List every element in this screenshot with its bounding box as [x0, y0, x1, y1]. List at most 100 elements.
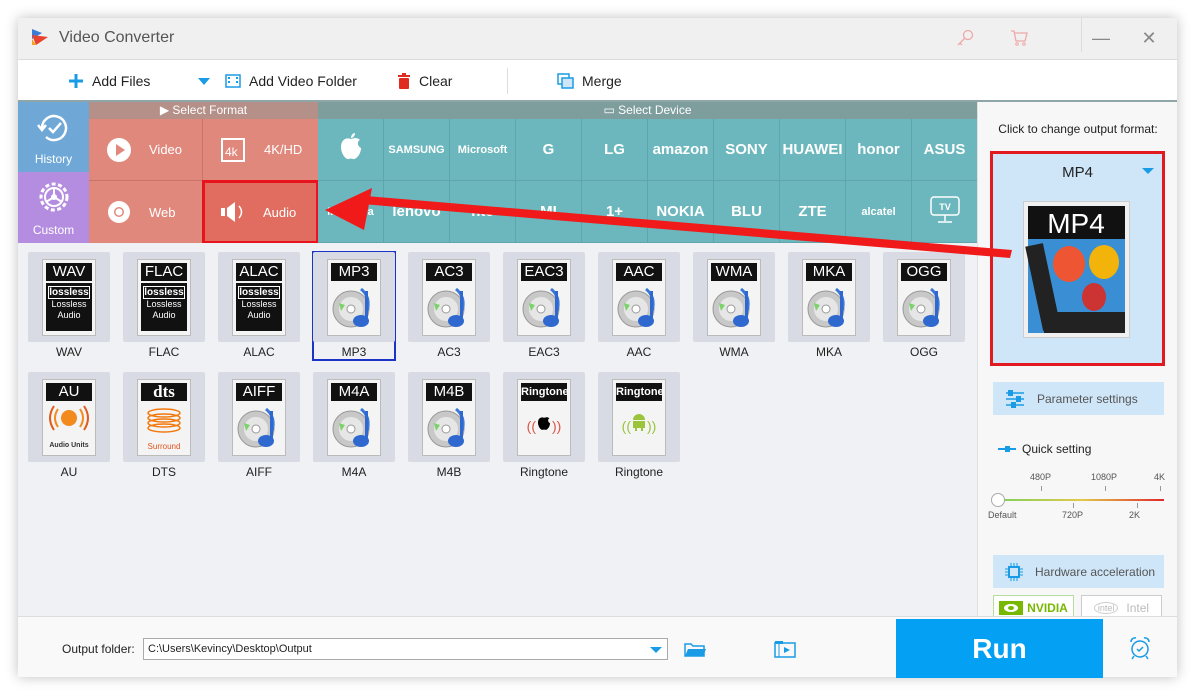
device-microsoft[interactable]: Microsoft — [450, 119, 516, 181]
format-tile[interactable]: Ringtone (()) — [503, 372, 585, 462]
format-item-mka[interactable]: MKA MKA — [788, 252, 870, 360]
format-tile[interactable]: AAC — [598, 252, 680, 342]
slider-handle[interactable] — [991, 493, 1005, 507]
device-alcatel[interactable]: alcatel — [846, 181, 912, 243]
add-files-dropdown-icon[interactable] — [198, 78, 210, 86]
device-motorola[interactable]: Motorola — [318, 181, 384, 243]
format-tile[interactable]: dts Surround — [123, 372, 205, 462]
tab-custom[interactable]: Custom — [18, 172, 89, 243]
audio-disc-icon — [806, 287, 852, 337]
device-asus[interactable]: ASUS — [912, 119, 977, 181]
hardware-acceleration-button[interactable]: Hardware acceleration — [993, 555, 1164, 588]
alarm-clock-icon[interactable] — [1128, 636, 1152, 660]
app-window: Video Converter — ✕ Add Files Add Video … — [18, 18, 1177, 678]
format-item-ac3[interactable]: AC3 AC3 — [408, 252, 490, 360]
output-format-selector[interactable]: MP4 MP4 — [990, 151, 1165, 366]
intel-label: Intel — [1126, 601, 1150, 615]
toolbar: Add Files Add Video Folder Clear Merge — [18, 60, 1177, 102]
merge-button[interactable]: Merge — [557, 73, 622, 89]
format-tile[interactable]: ALAC lossless Lossless Audio — [218, 252, 300, 342]
select-format-header: ▶︎ Select Format — [89, 102, 318, 119]
format-tile[interactable]: OGG — [883, 252, 965, 342]
device-htc[interactable]: htc — [450, 181, 516, 243]
format-tile[interactable]: Ringtone (()) — [598, 372, 680, 462]
video-output-icon[interactable] — [774, 640, 796, 658]
device-zte[interactable]: ZTE — [780, 181, 846, 243]
device-nokia[interactable]: NOKIA — [648, 181, 714, 243]
mp4-thumbnail-label: MP4 — [1047, 208, 1105, 239]
add-video-folder-button[interactable]: Add Video Folder — [225, 73, 357, 89]
format-artwork — [806, 283, 852, 333]
format-tile[interactable]: M4B — [408, 372, 490, 462]
key-icon[interactable] — [955, 28, 975, 48]
device-mi[interactable]: MI — [516, 181, 582, 243]
clear-button[interactable]: Clear — [397, 73, 452, 89]
format-item-au[interactable]: AU Audio Units AU — [28, 372, 110, 480]
format-item-dts[interactable]: dts Surround DTS — [123, 372, 205, 480]
format-tile[interactable]: WAV lossless Lossless Audio — [28, 252, 110, 342]
format-file-icon: AC3 — [422, 259, 476, 336]
device-lenovo[interactable]: lenovo — [384, 181, 450, 243]
output-folder-dropdown-icon[interactable] — [650, 647, 662, 653]
output-folder-input[interactable] — [143, 638, 668, 660]
device-amazon[interactable]: amazon — [648, 119, 714, 181]
category-4k-hd[interactable]: 4k 4K/HD — [204, 119, 318, 181]
tick — [1105, 486, 1106, 491]
format-name: AAC — [626, 345, 652, 359]
format-item-wav[interactable]: WAV lossless Lossless Audio WAV — [28, 252, 110, 360]
add-files-button[interactable]: Add Files — [68, 73, 150, 89]
format-item-ringtone[interactable]: Ringtone (()) Ringtone — [503, 372, 585, 480]
device-blu[interactable]: BLU — [714, 181, 780, 243]
format-item-alac[interactable]: ALAC lossless Lossless Audio ALAC — [218, 252, 300, 360]
slider-track[interactable] — [1000, 499, 1164, 501]
format-item-ringtone[interactable]: Ringtone (()) Ringtone — [598, 372, 680, 480]
close-button[interactable]: ✕ — [1139, 28, 1159, 49]
format-tile[interactable]: WMA — [693, 252, 775, 342]
device-sony[interactable]: SONY — [714, 119, 780, 181]
format-item-wma[interactable]: WMA WMA — [693, 252, 775, 360]
format-item-aiff[interactable]: AIFF AIFF — [218, 372, 300, 480]
device-g[interactable]: G — [516, 119, 582, 181]
format-tile[interactable]: AU Audio Units — [28, 372, 110, 462]
tick — [1073, 503, 1074, 508]
play-icon — [107, 137, 131, 162]
category-web[interactable]: Web — [89, 181, 203, 243]
open-folder-icon[interactable] — [684, 641, 706, 657]
format-tile[interactable]: MP3 — [313, 252, 395, 342]
format-artwork — [426, 403, 472, 453]
format-tile[interactable]: EAC3 — [503, 252, 585, 342]
format-item-mp3[interactable]: MP3 MP3 — [312, 251, 396, 361]
format-item-eac3[interactable]: EAC3 EAC3 — [503, 252, 585, 360]
output-format-dropdown-icon[interactable] — [1142, 168, 1154, 174]
format-tile[interactable]: MKA — [788, 252, 870, 342]
format-name: OGG — [909, 345, 938, 359]
parameter-settings-button[interactable]: Parameter settings — [993, 382, 1164, 415]
format-item-aac[interactable]: AAC AAC — [598, 252, 680, 360]
format-item-ogg[interactable]: OGG OGG — [883, 252, 965, 360]
run-button[interactable]: Run — [896, 619, 1103, 678]
quality-slider[interactable]: 480P 1080P 4K Default 720P 2K — [988, 472, 1168, 522]
device-logo-label: htc — [471, 203, 494, 220]
format-tile[interactable]: FLAC lossless Lossless Audio — [123, 252, 205, 342]
tab-history[interactable]: History — [18, 102, 89, 172]
format-tile[interactable]: M4A — [313, 372, 395, 462]
device-1-[interactable]: 1+ — [582, 181, 648, 243]
device-tv[interactable]: TV — [912, 181, 977, 243]
device-samsung[interactable]: SAMSUNG — [384, 119, 450, 181]
format-item-m4b[interactable]: M4B M4B — [408, 372, 490, 480]
format-file-icon: AU Audio Units — [42, 379, 96, 456]
device-lg[interactable]: LG — [582, 119, 648, 181]
format-tile[interactable]: AC3 — [408, 252, 490, 342]
minimize-button[interactable]: — — [1091, 28, 1111, 49]
format-tile[interactable]: AIFF — [218, 372, 300, 462]
format-badge: ALAC — [236, 263, 282, 281]
format-item-m4a[interactable]: M4A M4A — [313, 372, 395, 480]
format-name: MP3 — [341, 345, 367, 359]
cart-icon[interactable] — [1009, 28, 1029, 48]
category-audio[interactable]: Audio — [202, 180, 319, 244]
device-honor[interactable]: honor — [846, 119, 912, 181]
format-item-flac[interactable]: FLAC lossless Lossless Audio FLAC — [123, 252, 205, 360]
category-video[interactable]: Video — [89, 119, 203, 181]
device-apple[interactable] — [318, 119, 384, 181]
device-huawei[interactable]: HUAWEI — [780, 119, 846, 181]
